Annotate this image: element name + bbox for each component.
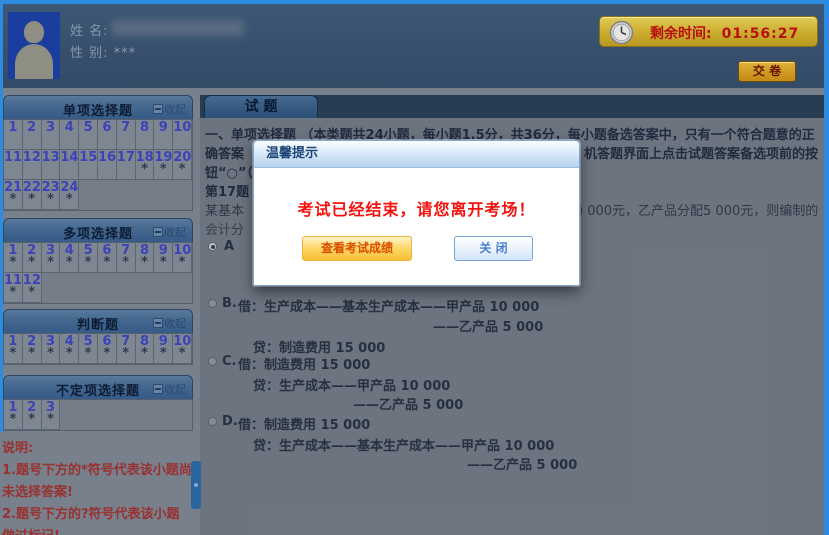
- dialog-message: 考试已经结束，请您离开考场！: [254, 196, 579, 220]
- exam-page: 姓 名: 性 别: *** 剩余时间:01:56:27 交 卷 单项选择题 收起…: [0, 0, 829, 535]
- notice-dialog: 温馨提示 考试已经结束，请您离开考场！ 查看考试成绩 关 闭: [253, 140, 580, 286]
- close-dialog-button[interactable]: 关 闭: [454, 236, 533, 261]
- view-score-button[interactable]: 查看考试成绩: [302, 236, 412, 261]
- dialog-body: 考试已经结束，请您离开考场！ 查看考试成绩 关 闭: [254, 168, 579, 285]
- dialog-title: 温馨提示: [254, 141, 579, 168]
